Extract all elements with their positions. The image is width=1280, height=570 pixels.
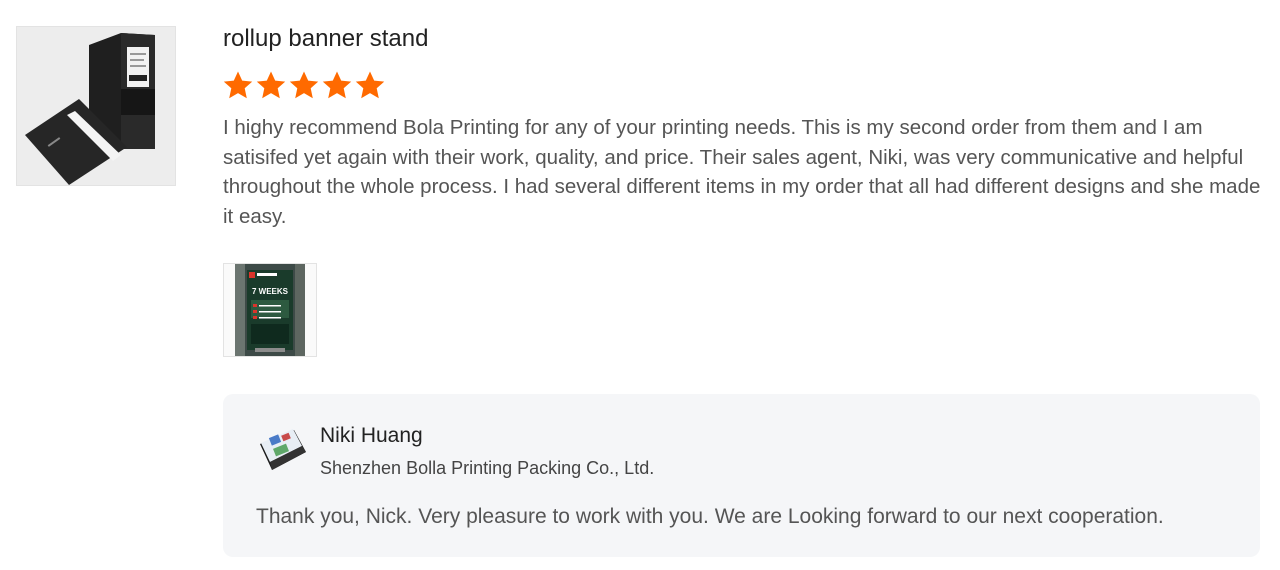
review-card: rollup banner stand I highy recommend Bo… [0,0,1280,570]
star-icon [256,70,286,104]
review-text: I highy recommend Bola Printing for any … [223,116,1261,228]
star-icon [355,70,385,104]
rating-stars [223,70,1263,104]
reply-author-company: Shenzhen Bolla Printing Packing Co., Ltd… [320,458,655,478]
avatar [256,424,308,476]
book-avatar [260,429,306,470]
banner-stand-photo: 7 WEEKS [235,264,305,356]
product-thumbnail[interactable] [16,26,176,186]
folder-product-image [17,27,175,185]
star-icon [289,70,319,104]
seller-reply: Niki Huang Shenzhen Bolla Printing Packi… [223,394,1260,557]
star-icon [322,70,352,104]
star-icon [223,70,253,104]
review-photo[interactable]: 7 WEEKS [223,263,317,357]
reply-text: Thank you, Nick. Very pleasure to work w… [256,505,1164,528]
banner-caption: 7 WEEKS [252,287,289,296]
product-title[interactable]: rollup banner stand [223,24,1263,54]
review-content: rollup banner stand I highy recommend Bo… [223,0,1263,357]
reply-author-name: Niki Huang [320,424,423,447]
